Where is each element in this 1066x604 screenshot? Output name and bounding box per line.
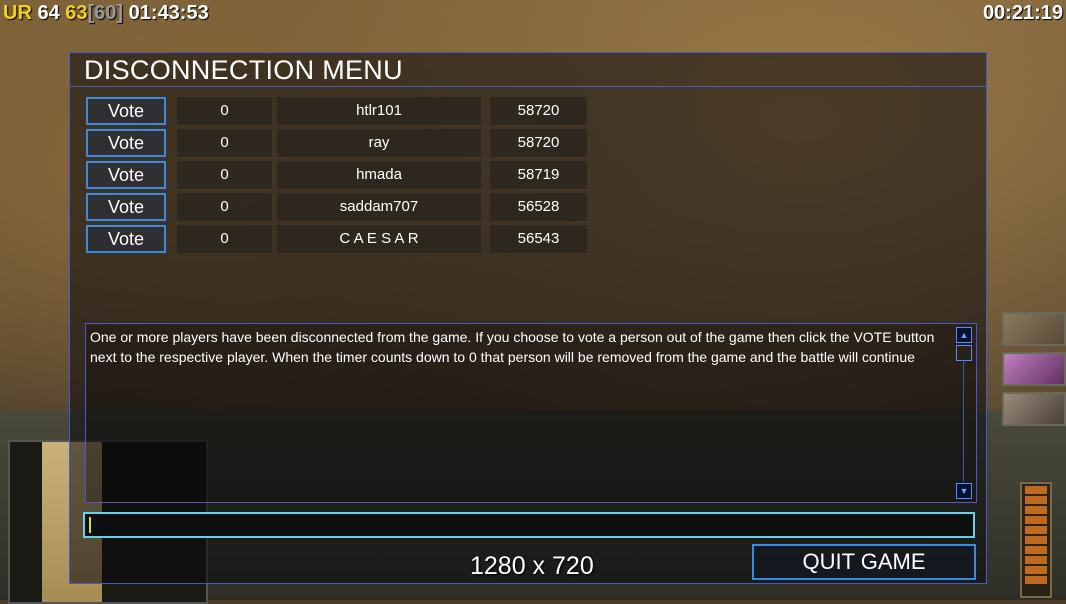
vote-button[interactable]: Vote: [86, 161, 166, 189]
dialog-title: DISCONNECTION MENU: [84, 55, 403, 85]
fps-value-b: 63: [65, 2, 88, 24]
ur-label: UR: [3, 2, 32, 24]
player-ping: 58720: [490, 97, 587, 125]
scroll-down-icon[interactable]: ▼: [956, 483, 972, 499]
chat-input[interactable]: [83, 512, 975, 538]
player-ping: 56528: [490, 193, 587, 221]
player-ping: 56543: [490, 225, 587, 253]
disconnection-dialog: DISCONNECTION MENU Vote 0 htlr101 58720 …: [69, 52, 987, 584]
build-icon-1[interactable]: [1002, 312, 1066, 346]
vote-count: 0: [177, 193, 272, 221]
build-icon-2[interactable]: [1002, 352, 1066, 386]
build-queue: [1002, 312, 1066, 432]
vote-button[interactable]: Vote: [86, 129, 166, 157]
title-divider: [70, 86, 986, 87]
player-ping: 58719: [490, 161, 587, 189]
vote-count: 0: [177, 129, 272, 157]
fps-cap: [60]: [87, 2, 124, 24]
scrollbar-track: [963, 360, 964, 482]
vote-count: 0: [177, 161, 272, 189]
fps-value-a: 64: [37, 2, 60, 24]
player-name: htlr101: [277, 97, 481, 125]
vote-button[interactable]: Vote: [86, 97, 166, 125]
vote-count: 0: [177, 225, 272, 253]
message-text: One or more players have been disconnect…: [90, 329, 935, 365]
scroll-up-icon[interactable]: ▲: [956, 327, 972, 343]
player-name: C A E S A R: [277, 225, 481, 253]
resolution-overlay: 1280 x 720: [470, 552, 594, 580]
scrollbar-thumb[interactable]: [956, 345, 972, 361]
player-name: saddam707: [277, 193, 481, 221]
player-name: hmada: [277, 161, 481, 189]
message-box[interactable]: One or more players have been disconnect…: [85, 323, 977, 503]
vote-button[interactable]: Vote: [86, 225, 166, 253]
fps-readout: UR 64 63[60] 01:43:53: [3, 2, 209, 25]
player-name: ray: [277, 129, 481, 157]
game-clock: 01:43:53: [128, 2, 209, 24]
player-ping: 58720: [490, 129, 587, 157]
text-caret: [89, 517, 91, 533]
quit-game-button[interactable]: QUIT GAME: [752, 544, 976, 580]
match-timer: 00:21:19: [982, 2, 1063, 24]
build-icon-3[interactable]: [1002, 392, 1066, 426]
vote-button[interactable]: Vote: [86, 193, 166, 221]
power-bar: [1020, 482, 1052, 598]
vote-count: 0: [177, 97, 272, 125]
